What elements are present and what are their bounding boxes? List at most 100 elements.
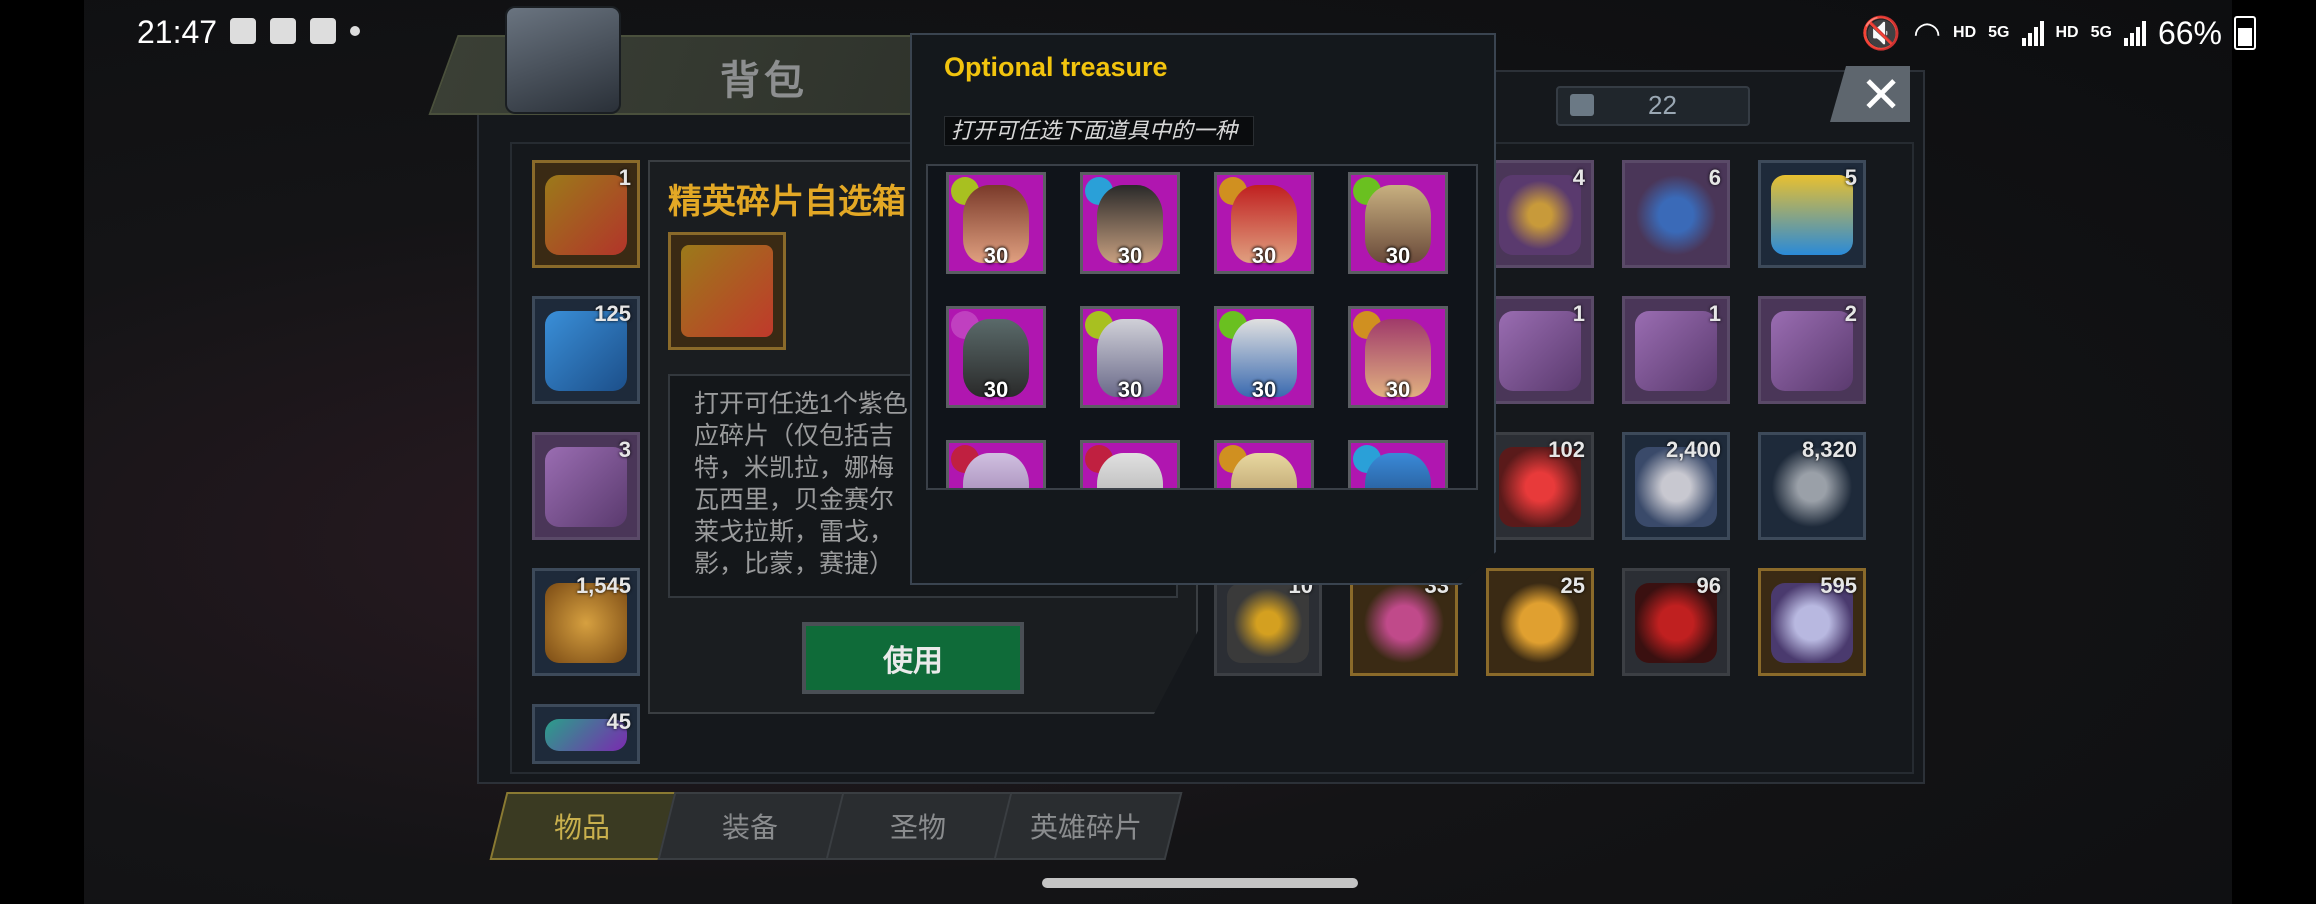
ticket-currency-icon: [1570, 94, 1594, 116]
hero-fragment-option[interactable]: 30: [946, 172, 1046, 274]
item-count: 96: [1696, 573, 1721, 598]
item-slot[interactable]: 25: [1486, 568, 1594, 676]
currency-display: 22: [1556, 86, 1750, 126]
hero-fragment-option[interactable]: 30: [1214, 172, 1314, 274]
hero-portrait: [963, 453, 1029, 488]
boot-icon: [1635, 311, 1717, 391]
hero-fragment-option[interactable]: [946, 440, 1046, 488]
item-count: 45: [606, 709, 631, 734]
hd-label-2: HD: [2055, 24, 2079, 41]
hd-label-1: HD: [1953, 24, 1977, 41]
item-slot[interactable]: 1: [532, 160, 640, 268]
item-count: 125: [594, 301, 631, 326]
hero-count: 30: [1251, 243, 1277, 268]
item-slot[interactable]: 125: [532, 296, 640, 404]
item-slot[interactable]: 1: [1622, 296, 1730, 404]
item-count: 1,545: [575, 573, 631, 598]
letterbox-right: [2232, 0, 2316, 904]
notification-icons: [230, 18, 360, 44]
gallery-icon: [230, 18, 256, 44]
hero-portrait: [1231, 453, 1297, 488]
item-count: 1: [1708, 301, 1721, 326]
clock: 21:47: [137, 14, 218, 50]
hero-fragment-option[interactable]: 30: [1214, 306, 1314, 408]
hero-fragment-option[interactable]: [1348, 440, 1448, 488]
wifi-icon: ◠: [1913, 15, 1942, 51]
item-slot[interactable]: 45: [532, 704, 640, 764]
hero-count: 30: [1385, 377, 1411, 402]
item-slot[interactable]: 96: [1622, 568, 1730, 676]
letterbox-left: [0, 0, 84, 904]
item-slot[interactable]: 595: [1758, 568, 1866, 676]
cowboy-hat-icon: [1771, 311, 1853, 391]
page-title: 背包: [720, 59, 808, 103]
hero-fragment-option[interactable]: [1214, 440, 1314, 488]
item-slot[interactable]: 5: [1758, 160, 1866, 268]
item-count: 2: [1844, 301, 1857, 326]
hero-choice-grid: 30 30 30 30 30 30 30 30: [926, 164, 1478, 490]
treasure-chest-icon: [545, 175, 627, 255]
battery-percent: 66%: [2157, 14, 2222, 51]
revolver-icon: [1499, 311, 1581, 391]
item-slot[interactable]: 8,320: [1758, 432, 1866, 540]
item-count: 595: [1820, 573, 1857, 598]
item-detail-title: 精英碎片自选箱: [668, 183, 906, 221]
item-count: 4: [1572, 165, 1585, 190]
item-slot[interactable]: 2,400: [1622, 432, 1730, 540]
police-badge-icon: [1635, 175, 1717, 255]
cocktail-icon: [1771, 175, 1853, 255]
home-indicator[interactable]: [1042, 878, 1358, 888]
signal-icon: [2021, 20, 2044, 46]
item-count: 102: [1548, 437, 1585, 462]
item-slot[interactable]: 1,545: [532, 568, 640, 676]
tab-equipment-label: 装备: [721, 812, 778, 843]
network-label-1: 5G: [1988, 24, 2010, 41]
item-slot[interactable]: 102: [1486, 432, 1594, 540]
use-button[interactable]: 使用: [802, 622, 1024, 694]
signal-icon-2: [2123, 20, 2146, 46]
item-slot[interactable]: 6: [1622, 160, 1730, 268]
hero-portrait: [1097, 453, 1163, 488]
item-count: 1: [1572, 301, 1585, 326]
hero-count: 30: [1117, 243, 1143, 268]
currency-value: 22: [1648, 90, 1677, 120]
hero-count: 30: [983, 243, 1009, 268]
tab-relics-label: 圣物: [889, 812, 946, 843]
system-indicators: 🔇 ◠ HD 5G HD 5G 66%: [1861, 14, 2256, 52]
tshirt-icon: [545, 447, 627, 527]
hero-fragment-option[interactable]: 30: [946, 306, 1046, 408]
mute-icon: 🔇: [1861, 15, 1902, 51]
hero-fragment-option[interactable]: 30: [1080, 306, 1180, 408]
hero-portrait: [1365, 453, 1431, 488]
treasure-chest-icon: [681, 245, 773, 337]
wechat-icon: [310, 18, 336, 44]
item-slot[interactable]: 4: [1486, 160, 1594, 268]
hero-count: 30: [983, 377, 1009, 402]
item-slot[interactable]: 2: [1758, 296, 1866, 404]
chip-icon: [1499, 175, 1581, 255]
item-count: 25: [1560, 573, 1585, 598]
hero-fragment-option[interactable]: [1080, 440, 1180, 488]
hero-count: 30: [1251, 377, 1277, 402]
hero-fragment-option[interactable]: 30: [1348, 172, 1448, 274]
hero-count: 30: [1117, 377, 1143, 402]
selected-item-icon: [668, 232, 786, 350]
hero-count: 30: [1385, 243, 1411, 268]
item-count: 2,400: [1665, 437, 1721, 462]
network-label-2: 5G: [2090, 24, 2112, 41]
tab-items-label: 物品: [553, 812, 610, 843]
item-slot[interactable]: 3: [532, 432, 640, 540]
item-count: 3: [618, 437, 631, 462]
game-controller-icon: [270, 18, 296, 44]
more-dot-icon: [350, 26, 360, 36]
hero-fragment-option[interactable]: 30: [1348, 306, 1448, 408]
battery-icon: [2234, 16, 2256, 50]
hero-fragment-option[interactable]: 30: [1080, 172, 1180, 274]
popup-subtitle: 打开可任选下面道具中的一种: [944, 116, 1254, 146]
item-count: 5: [1844, 165, 1857, 190]
tab-hero-fragments-label: 英雄碎片: [1029, 812, 1142, 843]
backpack-chest-icon: [505, 6, 621, 114]
item-slot[interactable]: 1: [1486, 296, 1594, 404]
item-count: 8,320: [1801, 437, 1857, 462]
item-count: 6: [1708, 165, 1721, 190]
